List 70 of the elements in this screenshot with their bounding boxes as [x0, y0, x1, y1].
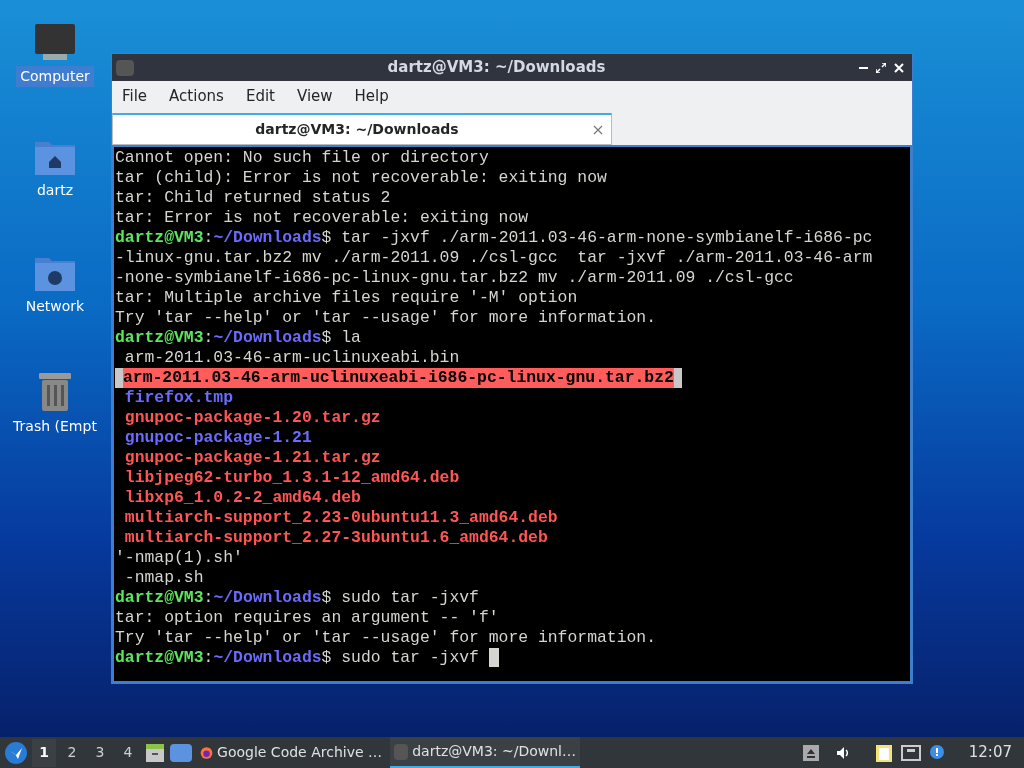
terminal-text: $ sudo tar -jxvf	[321, 588, 479, 608]
directory-name: firefox.tmp	[123, 388, 234, 408]
maximize-icon[interactable]	[876, 62, 886, 73]
menu-item[interactable]: Edit	[245, 84, 275, 108]
terminal-text: Try 'tar --help' or 'tar --usage' for more information.	[115, 628, 656, 648]
terminal-text: -nmap.sh	[123, 568, 204, 588]
archive-name: libjpeg62-turbo_1.3.1-12_amd64.deb	[123, 468, 460, 488]
trash-icon	[37, 370, 73, 412]
terminal-text: :	[203, 648, 214, 668]
terminal-text: $ sudo tar -jxvf	[321, 648, 480, 668]
archive-name: libxp6_1.0.2-2_amd64.deb	[123, 488, 361, 508]
terminal-text: $ la	[321, 328, 361, 348]
desktop-icon-label[interactable]: Network	[21, 296, 89, 317]
task-label: Google Code Archive …	[217, 743, 382, 762]
terminal-text: '-nmap(1).sh'	[115, 548, 243, 568]
terminal-tab[interactable]: dartz@VM3: ~/Downloads	[112, 113, 612, 145]
terminal-text: tar: Multiple archive files require '-M' option	[115, 288, 578, 308]
archive-name: multiarch-support_2.23-0ubuntu11.3_amd64.deb	[123, 508, 558, 528]
workspace-button[interactable]: 3	[88, 738, 112, 767]
terminal-text: tar: Child returned status 2	[115, 188, 391, 208]
workspace-button[interactable]: 4	[116, 738, 140, 767]
terminal-text: Try 'tar --help' or 'tar --usage' for more information.	[115, 308, 656, 328]
selection-marker	[115, 368, 123, 388]
prompt-path: ~/Downloads	[213, 228, 322, 248]
prompt-path: ~/Downloads	[213, 648, 322, 668]
terminal-text: tar (child): Error is not recoverable: exiting now	[115, 168, 607, 188]
terminal-text: Cannot open: No such file or directory	[115, 148, 489, 168]
network-icon[interactable]	[900, 744, 921, 761]
archive-name: gnupoc-package-1.21.tar.gz	[123, 448, 381, 468]
menu-item[interactable]: Actions	[169, 84, 224, 108]
workspace-button[interactable]: 2	[60, 738, 84, 767]
highlighted-file-name: arm-2011.03-46-arm-uclinuxeabi-i686-pc-linux-gnu.tar.bz2	[123, 368, 674, 388]
directory-name: gnupoc-package-1.21	[123, 428, 312, 448]
clipboard-icon[interactable]	[874, 742, 893, 763]
file-cabinet-icon[interactable]	[144, 741, 166, 764]
selection-marker	[673, 368, 682, 388]
terminal-text: tar: Error is not recoverable: exiting now	[115, 208, 529, 228]
terminal-text: -none-symbianelf-i686-pc-linux-gnu.tar.bz2 mv ./arm-2011.09 ./csl-gcc	[115, 268, 794, 288]
terminal-text: $ tar -jxvf ./arm-2011.03-46-arm-none-symbianelf-i686-pc	[321, 228, 873, 248]
terminal-text: :	[203, 228, 214, 248]
prompt-user: dartz@VM3	[115, 588, 204, 608]
terminal-text: tar: option requires an argument -- 'f'	[115, 608, 499, 628]
prompt-user: dartz@VM3	[115, 228, 204, 248]
prompt-path: ~/Downloads	[213, 588, 322, 608]
task-label: dartz@VM3: ~/Downl…	[412, 742, 576, 761]
prompt-user: dartz@VM3	[115, 328, 204, 348]
taskbar-task[interactable]: dartz@VM3: ~/Downl…	[390, 737, 580, 768]
archive-name: multiarch-support_2.27-3ubuntu1.6_amd64.deb	[123, 528, 548, 548]
clock[interactable]: 12:07	[968, 741, 1012, 764]
prompt-user: dartz@VM3	[115, 648, 204, 668]
prompt-path: ~/Downloads	[213, 328, 322, 348]
terminal-text: -linux-gnu.tar.bz2 mv ./arm-2011.09 ./csl-gcc tar -jxvf ./arm-2011.03-46-arm	[115, 248, 873, 268]
terminal-text: :	[203, 588, 214, 608]
minimize-icon[interactable]	[859, 66, 868, 69]
menu-item[interactable]: File	[122, 84, 148, 108]
desktop-icon-label[interactable]: Trash (Empt	[9, 416, 101, 437]
menu-item[interactable]: Help	[354, 84, 389, 108]
terminal-text: arm-2011.03-46-arm-uclinuxeabi.bin	[123, 348, 460, 368]
menu-item[interactable]: View	[296, 84, 333, 108]
archive-name: gnupoc-package-1.20.tar.gz	[123, 408, 381, 428]
tab-label: dartz@VM3: ~/Downloads	[254, 120, 460, 139]
workspace-button[interactable]: 1	[32, 738, 56, 767]
terminal-text: :	[203, 328, 214, 348]
start-menu-icon[interactable]	[4, 740, 28, 765]
taskbar-task[interactable]: Google Code Archive …	[196, 737, 386, 768]
monitor-icon	[33, 22, 77, 62]
eject-icon[interactable]	[802, 744, 819, 761]
desktop-icon-label[interactable]: dartz	[32, 180, 78, 201]
window-title: dartz@VM3: ~/Downloads	[386, 57, 607, 79]
desktop-icon-label[interactable]: Computer	[16, 66, 94, 87]
